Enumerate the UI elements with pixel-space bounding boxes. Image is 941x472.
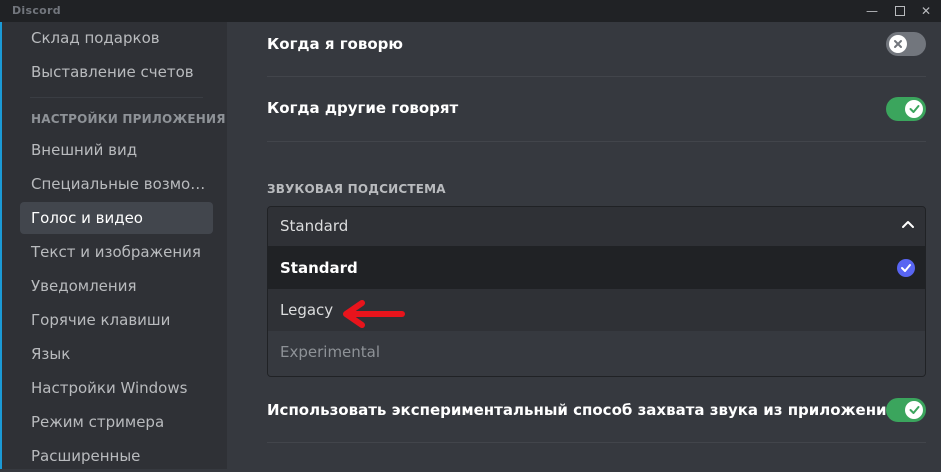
sidebar-item-keybinds[interactable]: Горячие клавиши <box>20 304 213 336</box>
audio-subsystem-header: ЗВУКОВАЯ ПОДСИСТЕМА <box>267 182 446 196</box>
close-window-button[interactable]: ✕ <box>912 2 940 20</box>
row-divider <box>267 141 926 142</box>
close-icon: ✕ <box>920 4 932 18</box>
settings-sidebar: Склад подарков Выставление счетов НАСТРО… <box>0 22 227 469</box>
option-label: Standard <box>280 259 358 277</box>
sidebar-item-gift-inventory[interactable]: Склад подарков <box>20 22 213 54</box>
app-title: Discord <box>12 4 61 17</box>
option-standard[interactable]: Standard <box>268 247 925 289</box>
maximize-button[interactable] <box>886 2 914 20</box>
others-speaking-toggle-label: Когда другие говорят <box>267 99 459 117</box>
sidebar-item-notifications[interactable]: Уведомления <box>20 270 213 302</box>
annotation-arrow-icon <box>343 300 405 328</box>
experimental-capture-toggle[interactable] <box>886 398 926 422</box>
voice-video-settings: Когда я говорю Когда другие говорят ЗВУК… <box>227 22 941 469</box>
sidebar-item-language[interactable]: Язык <box>20 338 213 370</box>
title-bar: Discord — ✕ <box>0 0 941 22</box>
sidebar-item-accessibility[interactable]: Специальные возмож... <box>20 168 213 200</box>
row-divider <box>267 442 926 443</box>
others-speaking-toggle[interactable] <box>886 97 926 121</box>
maximize-icon <box>895 6 905 16</box>
minimize-button[interactable]: — <box>858 2 886 20</box>
sidebar-section-header: НАСТРОЙКИ ПРИЛОЖЕНИЯ <box>31 112 226 126</box>
sidebar-item-billing[interactable]: Выставление счетов <box>20 56 213 88</box>
toggle-knob <box>905 401 923 419</box>
sidebar-item-advanced[interactable]: Расширенные <box>20 440 213 472</box>
option-label: Legacy <box>280 301 334 319</box>
chevron-up-icon <box>902 221 914 228</box>
option-experimental[interactable]: Experimental <box>268 331 925 376</box>
selected-check-icon <box>897 259 915 277</box>
sidebar-item-voice-video[interactable]: Голос и видео <box>20 202 213 234</box>
sidebar-item-streamer-mode[interactable]: Режим стримера <box>20 406 213 438</box>
sidebar-item-windows-settings[interactable]: Настройки Windows <box>20 372 213 404</box>
check-icon <box>909 105 919 113</box>
sidebar-item-appearance[interactable]: Внешний вид <box>20 134 213 166</box>
selected-value: Standard <box>280 217 349 235</box>
toggle-knob <box>889 35 907 53</box>
window-edge-accent <box>0 22 2 469</box>
row-divider <box>267 76 926 77</box>
audio-subsystem-select[interactable]: Standard Standard Legacy Experimental <box>267 206 926 377</box>
sidebar-divider <box>30 97 203 98</box>
toggle-knob <box>905 100 923 118</box>
check-icon <box>909 406 919 414</box>
sidebar-item-text-images[interactable]: Текст и изображения <box>20 236 213 268</box>
experimental-capture-label: Использовать экспериментальный способ за… <box>267 401 898 419</box>
speaking-toggle-label: Когда я говорю <box>267 35 403 53</box>
option-label: Experimental <box>280 343 381 361</box>
x-icon <box>894 40 902 48</box>
select-header[interactable]: Standard <box>268 207 925 247</box>
minimize-icon: — <box>866 4 878 18</box>
speaking-toggle[interactable] <box>886 32 926 56</box>
